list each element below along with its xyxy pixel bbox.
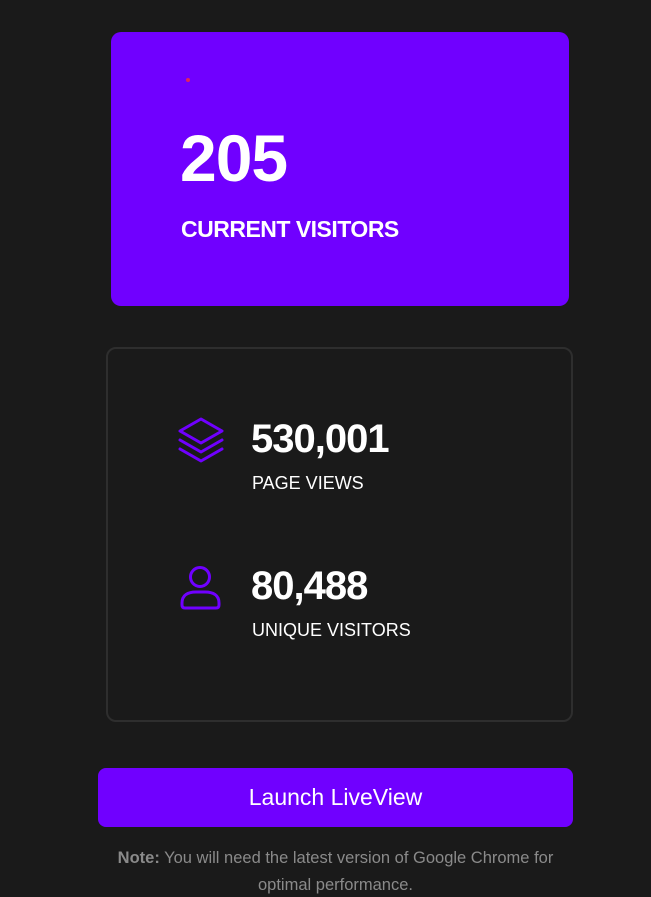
live-indicator-dot	[186, 78, 190, 82]
page-views-value: 530,001	[251, 417, 390, 461]
note-prefix: Note:	[117, 849, 160, 867]
page-views-label: PAGE VIEWS	[252, 473, 364, 493]
launch-liveview-label: Launch LiveView	[248, 784, 423, 810]
unique-visitors-value: 80,488	[251, 564, 368, 608]
user-icon	[176, 563, 226, 613]
page: 205 CURRENT VISITORS 530,001 PAGE VIEWS …	[0, 0, 651, 897]
unique-visitors-label: UNIQUE VISITORS	[252, 620, 411, 640]
note-text: Note: You will need the latest version o…	[98, 845, 573, 897]
note-body: You will need the latest version of Goog…	[159, 849, 554, 894]
layers-icon	[176, 415, 226, 465]
launch-liveview-button[interactable]: Launch LiveView	[98, 768, 573, 827]
stats-card	[106, 347, 573, 722]
current-visitors-value: 205	[180, 121, 288, 195]
current-visitors-label: CURRENT VISITORS	[181, 216, 399, 242]
